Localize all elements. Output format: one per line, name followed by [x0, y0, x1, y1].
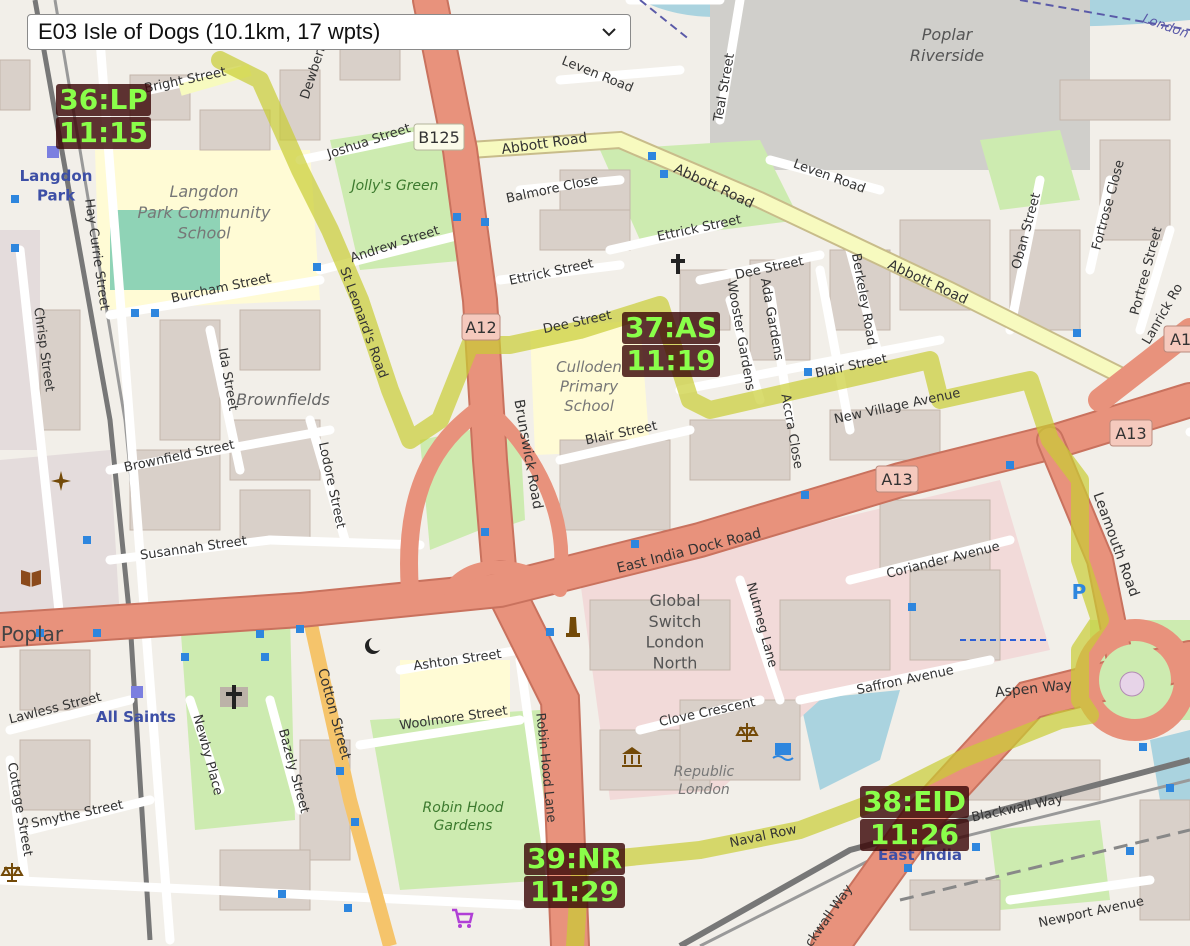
waypoint-label[interactable]: 36:LP 11:15 — [56, 84, 152, 150]
waypoint-time: 11:19 — [622, 345, 720, 377]
waypoint-code: 38:EID — [860, 786, 969, 818]
bus-stop-icon — [631, 540, 639, 548]
label-culloden-school: Culloden Primary School — [556, 358, 622, 415]
waypoint-label[interactable]: 39:NR 11:29 — [524, 843, 626, 909]
bus-stop-icon — [648, 152, 656, 160]
cross-icon — [220, 685, 248, 709]
bus-stop-icon — [481, 528, 489, 536]
label-all-saints: All Saints — [96, 708, 176, 726]
route-select[interactable]: E03 Isle of Dogs (10.1km, 17 wpts) — [27, 14, 631, 50]
waypoint-code: 37:AS — [622, 312, 720, 344]
bus-stop-icon — [151, 309, 159, 317]
bus-stop-icon — [1126, 847, 1134, 855]
bus-stop-icon — [804, 368, 812, 376]
route-select-value: E03 Isle of Dogs (10.1km, 17 wpts) — [38, 19, 381, 44]
bus-stop-icon — [11, 244, 19, 252]
bus-stop-icon — [11, 195, 19, 203]
shield-a13-upper: A13 — [1115, 424, 1146, 443]
bus-stop-icon — [1166, 784, 1174, 792]
shield-b125: B125 — [418, 128, 460, 147]
bus-stop-icon — [801, 491, 809, 499]
label-brownfields: Brownfields — [236, 390, 330, 409]
bus-stop-icon — [904, 864, 912, 872]
shield-a12: A12 — [465, 318, 496, 337]
bus-stop-icon — [313, 263, 321, 271]
label-jollys-green: Jolly's Green — [348, 178, 438, 194]
bus-stop-icon — [296, 625, 304, 633]
bus-stop-icon — [1073, 329, 1081, 337]
bus-stop-icon — [93, 629, 101, 637]
parking-icon: P — [1072, 580, 1087, 604]
bus-stop-icon — [278, 890, 286, 898]
railway-station-icon — [131, 686, 143, 698]
waypoint-label[interactable]: 38:EID 11:26 — [860, 786, 969, 852]
waypoint-time: 11:15 — [56, 117, 152, 149]
svg-text:P: P — [1072, 580, 1087, 604]
waypoint-time: 11:26 — [860, 819, 969, 851]
shield-a13-lower: A13 — [881, 470, 912, 489]
bus-stop-icon — [344, 904, 352, 912]
bus-stop-icon — [660, 170, 668, 178]
waypoint-time: 11:29 — [524, 876, 626, 908]
shield-a1: A1 — [1170, 330, 1190, 349]
bus-stop-icon — [972, 843, 980, 851]
bus-stop-icon — [1006, 461, 1014, 469]
bus-stop-icon — [351, 818, 359, 826]
waypoint-code: 36:LP — [56, 84, 152, 116]
bus-stop-icon — [481, 218, 489, 226]
bus-stop-icon — [261, 653, 269, 661]
bus-stop-icon — [131, 309, 139, 317]
bus-stop-icon — [256, 630, 264, 638]
bus-stop-icon — [181, 653, 189, 661]
waypoint-code: 39:NR — [524, 843, 626, 875]
label-global-switch: Global Switch London North — [646, 591, 705, 672]
bus-stop-icon — [336, 767, 344, 775]
bus-stop-icon — [1139, 743, 1147, 751]
bus-stop-icon — [546, 628, 554, 636]
roundabout — [1074, 619, 1190, 741]
bus-stop-icon — [453, 213, 461, 221]
bus-stop-icon — [83, 536, 91, 544]
waypoint-label[interactable]: 37:AS 11:19 — [622, 312, 720, 378]
bus-stop-icon — [908, 603, 916, 611]
map-canvas[interactable]: P B125 A12 A13 A13 A1 Poplar Riverside L… — [0, 0, 1190, 946]
chevron-down-icon — [602, 28, 616, 37]
label-poplar: Poplar — [1, 622, 64, 646]
